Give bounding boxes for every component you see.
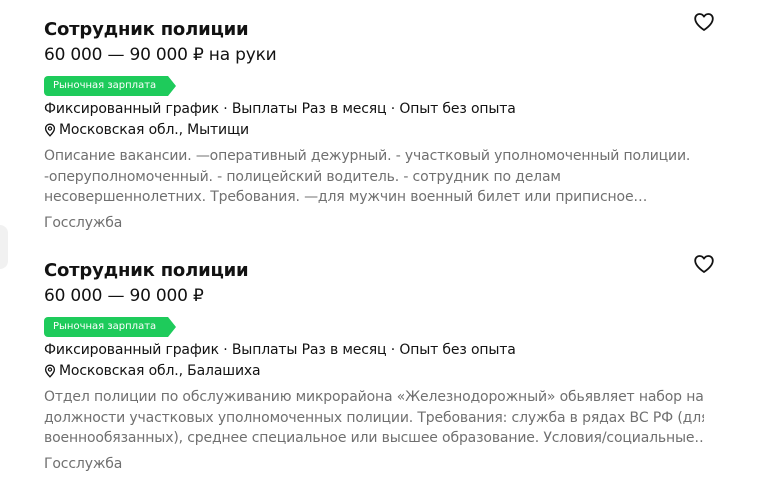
- vacancy-salary: 60 000 — 90 000 ₽ на руки: [44, 45, 277, 65]
- employer-name[interactable]: Госслужба: [44, 213, 724, 233]
- vacancy-description: Описание вакансии. —оперативный дежурный…: [44, 146, 704, 208]
- location-label: Московская обл., Мытищи: [59, 122, 249, 138]
- vacancy-card[interactable]: Сотрудник полиции 60 000 — 90 000 ₽ на р…: [44, 18, 724, 233]
- vacancy-conditions: Фиксированный график · Выплаты Раз в мес…: [44, 101, 516, 117]
- description-line: Отдел полиции по обслуживанию микрорайон…: [44, 389, 704, 405]
- description-line: Описание вакансии. —оперативный дежурный…: [44, 148, 691, 164]
- vacancy-title[interactable]: Сотрудник полиции: [44, 259, 724, 283]
- vacancy-location: Московская обл., Балашиха: [44, 361, 724, 381]
- vacancy-salary: 60 000 — 90 000 ₽: [44, 286, 204, 306]
- market-salary-badge: Рыночная зарплата: [44, 317, 177, 337]
- vacancy-card[interactable]: Сотрудник полиции 60 000 — 90 000 ₽ Рыно…: [44, 259, 724, 474]
- market-salary-badge: Рыночная зарплата: [44, 76, 177, 96]
- vacancy-description: Отдел полиции по обслуживанию микрорайон…: [44, 387, 704, 449]
- description-line: военнообязанных), среднее специальное ил…: [44, 430, 704, 446]
- description-line: -оперуполномоченный. - полицейский водит…: [44, 168, 561, 185]
- heart-outline-icon[interactable]: [693, 254, 715, 274]
- description-line: несовершеннолетних. Требования. —для муж…: [44, 189, 648, 205]
- description-line: должности участковых уполномоченных поли…: [44, 409, 704, 426]
- location-label: Московская обл., Балашиха: [59, 363, 261, 379]
- search-results-page: Сотрудник полиции 60 000 — 90 000 ₽ на р…: [0, 0, 767, 492]
- vacancy-conditions: Фиксированный график · Выплаты Раз в мес…: [44, 342, 516, 358]
- location-pin-icon: [44, 123, 56, 137]
- vacancy-title[interactable]: Сотрудник полиции: [44, 18, 724, 42]
- location-pin-icon: [44, 364, 56, 378]
- vacancy-location: Московская обл., Мытищи: [44, 120, 724, 140]
- employer-name[interactable]: Госслужба: [44, 454, 724, 474]
- heart-outline-icon[interactable]: [693, 12, 715, 32]
- side-panel-tab[interactable]: [0, 225, 8, 269]
